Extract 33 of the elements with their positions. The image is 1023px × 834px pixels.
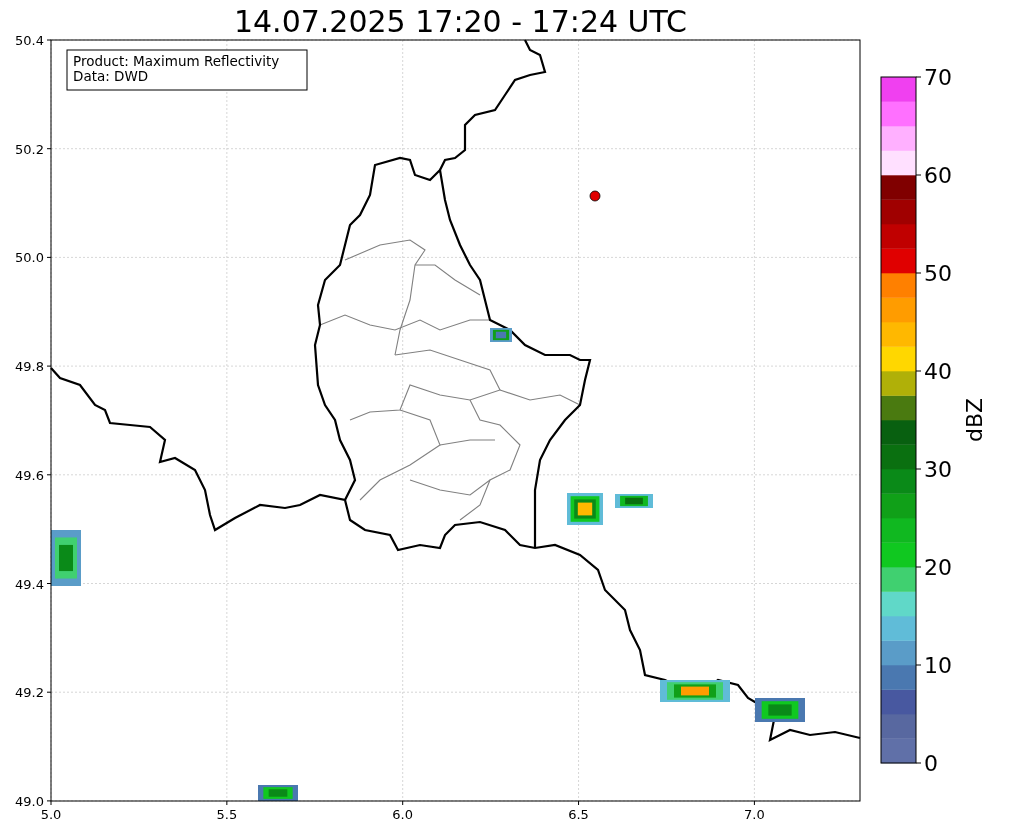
axis-tick-label: 49.4 [15,576,44,592]
axis-tick-label: 49.8 [15,359,44,375]
axis-tick-label: 50.0 [15,250,44,266]
radar-echo [51,530,81,586]
axis-tick-label: 49.2 [15,685,44,701]
colorbar-tick-label: 0 [924,751,938,776]
colorbar-tick-label: 40 [924,359,952,384]
axis-tick-label: 49.0 [15,793,44,809]
colorbar-tick-label: 60 [924,163,952,188]
axis-tick-label: 7.0 [744,807,765,822]
axis-tick-label: 50.4 [15,33,44,48]
info-text: Data: DWD [73,68,149,84]
colorbar-tick-label: 70 [924,65,952,90]
axis-tick-label: 5.0 [40,807,62,822]
colorbar-tick-label: 30 [924,457,952,482]
colorbar-tick-label: 20 [924,555,952,580]
radar-echo [258,785,298,801]
radar-echo [567,493,603,525]
radar-echo [660,680,730,702]
radar-echo [755,698,805,722]
info-text: Product: Maximum Reflectivity [73,53,280,69]
axis-tick-label: 49.6 [15,467,44,483]
chart-title: 14.07.2025 17:20 - 17:24 UTC [233,4,688,40]
axis-tick-label: 6.0 [392,807,414,822]
radar-echo [490,328,512,342]
colorbar-tick-label: 50 [924,261,952,286]
axis-tick-label: 5.5 [216,807,238,822]
colorbar-tick-label: 10 [924,653,952,678]
colorbar-label: dBZ [962,397,987,443]
axis-tick-label: 50.2 [15,141,44,157]
radar-echo [615,494,653,508]
axis-tick-label: 6.5 [568,807,589,822]
location-marker [589,190,601,202]
